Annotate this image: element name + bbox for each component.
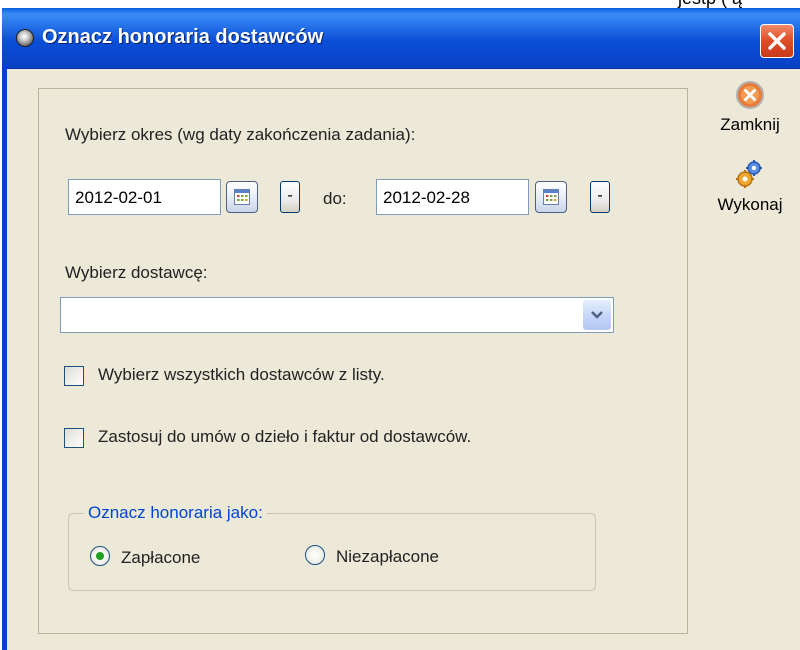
close-action-button[interactable]: Zamknij <box>706 80 794 135</box>
period-label: Wybierz okres (wg daty zakończenia zadan… <box>65 125 416 144</box>
select-all-label[interactable]: Wybierz wszystkich dostawców z listy. <box>98 365 385 385</box>
unpaid-radio[interactable] <box>305 545 325 565</box>
close-circle-icon <box>736 81 764 109</box>
date-from-clear-button[interactable]: - <box>280 181 300 213</box>
supplier-dropdown[interactable] <box>60 297 614 333</box>
date-to-calendar-button[interactable] <box>535 181 567 213</box>
window-left-border <box>2 68 7 650</box>
close-action-label: Zamknij <box>720 115 780 134</box>
mark-as-legend: Oznacz honoraria jako: <box>84 503 267 523</box>
dropdown-arrow-button[interactable] <box>583 300 611 330</box>
select-all-checkbox[interactable] <box>64 366 84 386</box>
gears-icon <box>736 160 762 188</box>
supplier-label: Wybierz dostawcę: <box>65 263 208 282</box>
calendar-icon <box>234 189 250 205</box>
dialog-window: Oznacz honoraria dostawców Wybierz okres… <box>2 8 800 650</box>
apply-contracts-checkbox[interactable] <box>64 428 84 448</box>
apply-contracts-label[interactable]: Zastosuj do umów o dzieło i faktur od do… <box>98 427 471 447</box>
unpaid-label[interactable]: Niezapłacone <box>336 547 439 567</box>
date-to-label: do: <box>323 189 347 208</box>
date-from-field[interactable]: 2012-02-01 <box>68 179 221 215</box>
calendar-icon <box>543 189 559 205</box>
clipped-background-text: jestp ( ą <box>678 0 742 8</box>
title-bar: Oznacz honoraria dostawców <box>2 8 800 69</box>
app-icon <box>16 29 34 47</box>
paid-radio[interactable] <box>90 546 110 566</box>
window-close-button[interactable] <box>760 24 794 58</box>
clipped-background-text-strip: jestp ( ą <box>0 0 800 8</box>
date-from-calendar-button[interactable] <box>226 181 258 213</box>
execute-action-button[interactable]: Wykonaj <box>706 158 794 215</box>
window-title: Oznacz honoraria dostawców <box>42 26 324 48</box>
chevron-down-icon <box>591 311 603 319</box>
date-to-field[interactable]: 2012-02-28 <box>376 179 529 215</box>
close-icon <box>768 32 786 50</box>
execute-action-label: Wykonaj <box>717 195 783 214</box>
radio-selected-dot <box>96 552 104 560</box>
date-to-clear-button[interactable]: - <box>590 181 610 213</box>
paid-label[interactable]: Zapłacone <box>121 548 200 568</box>
